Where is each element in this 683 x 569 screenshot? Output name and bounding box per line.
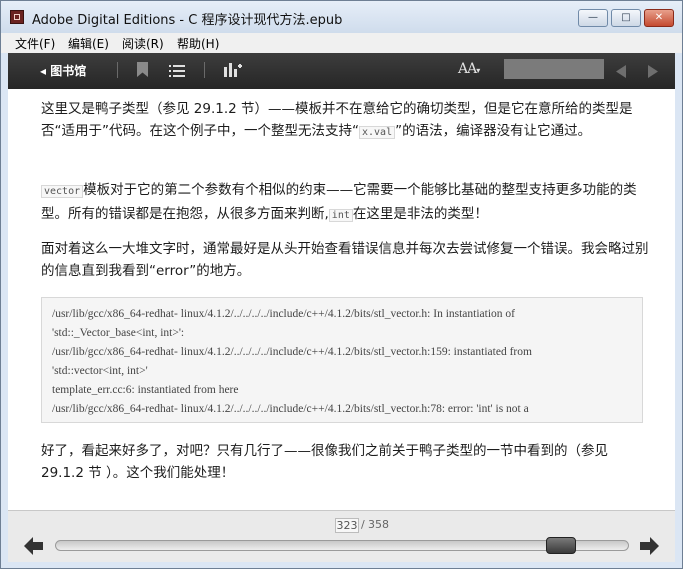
close-button[interactable]: ✕ [644, 9, 674, 27]
search-previous-icon[interactable] [616, 63, 626, 82]
code-line: /usr/lib/gcc/x86_64-redhat- linux/4.1.2/… [52, 403, 529, 415]
page-navigation-bar: 323 / 358 [8, 510, 675, 562]
inline-code: vector [41, 185, 84, 198]
toolbar-divider [117, 62, 118, 78]
app-icon [10, 10, 24, 24]
paragraph-text: 在这里是非法的类型！ [352, 206, 488, 222]
font-size-label: AA [458, 61, 477, 77]
next-page-arrow-icon[interactable] [639, 537, 659, 555]
paragraph: vector 模板对于它的第二个参数有个相似的约束——它需要一个能够比基础的整型支… [41, 179, 651, 227]
search-input[interactable] [504, 59, 604, 79]
page-progress-track[interactable] [55, 540, 629, 551]
window-title: Adobe Digital Editions - C 程序设计现代方法.epub [32, 13, 343, 28]
paragraph: 好了，看起来好多了，对吧？只有几行了——很像我们之前关于鸭子类型的一节中看到的（… [41, 443, 608, 481]
paragraph: 这里又是鸭子类型（参见 29.1.2 节）——模板并不在意给它的确切类型，但是它… [41, 98, 651, 144]
code-line: /usr/lib/gcc/x86_64-redhat- linux/4.1.2/… [52, 346, 532, 358]
reader-toolbar: ◂ 图书馆 AA▾ [8, 53, 675, 89]
book-content[interactable]: 这里又是鸭子类型（参见 29.1.2 节）——模板并不在意给它的确切类型，但是它… [8, 89, 675, 510]
current-page-field[interactable]: 323 [335, 518, 359, 533]
bookmark-icon[interactable] [137, 62, 148, 81]
inline-code: x.val [358, 126, 396, 139]
paragraph-text: ”的语法，编译器没有让它通过。 [395, 123, 592, 139]
menu-read[interactable]: 阅读(R) [122, 35, 164, 52]
search-next-icon[interactable] [648, 63, 658, 82]
font-size-button[interactable]: AA▾ [458, 61, 480, 77]
inline-code: int [328, 209, 353, 222]
code-line: 'std::_Vector_base<int, int>': [52, 327, 185, 339]
minimize-button[interactable]: — [578, 9, 608, 27]
previous-page-arrow-icon[interactable] [24, 537, 44, 555]
menu-help[interactable]: 帮助(H) [177, 35, 219, 52]
maximize-button[interactable]: □ [611, 9, 641, 27]
table-of-contents-icon[interactable] [169, 63, 185, 82]
code-line: /usr/lib/gcc/x86_64-redhat- linux/4.1.2/… [52, 308, 516, 320]
menu-file[interactable]: 文件(F) [15, 35, 55, 52]
menu-edit[interactable]: 编辑(E) [68, 35, 109, 52]
page-progress-handle[interactable] [546, 537, 576, 554]
paragraph: 面对着这么一大堆文字时，通常最好是从头开始查看错误信息并每次去尝试修复一个错误。… [41, 241, 649, 279]
code-block: /usr/lib/gcc/x86_64-redhat- linux/4.1.2/… [41, 297, 643, 423]
page-separator: / [361, 518, 365, 531]
menu-bar: 文件(F) 编辑(E) 阅读(R) 帮助(H) [1, 33, 682, 53]
toolbar-divider [204, 62, 205, 78]
library-button[interactable]: ◂ 图书馆 [40, 62, 86, 79]
app-window: Adobe Digital Editions - C 程序设计现代方法.epub… [0, 0, 683, 569]
code-line: 'std::vector<int, int>' [52, 365, 148, 377]
title-bar[interactable]: Adobe Digital Editions - C 程序设计现代方法.epub… [1, 1, 682, 33]
reading-stats-icon[interactable] [224, 62, 242, 81]
dropdown-caret-icon: ▾ [476, 66, 480, 75]
code-line: template_err.cc:6: instantiated from her… [52, 384, 239, 396]
total-pages: 358 [368, 518, 389, 531]
